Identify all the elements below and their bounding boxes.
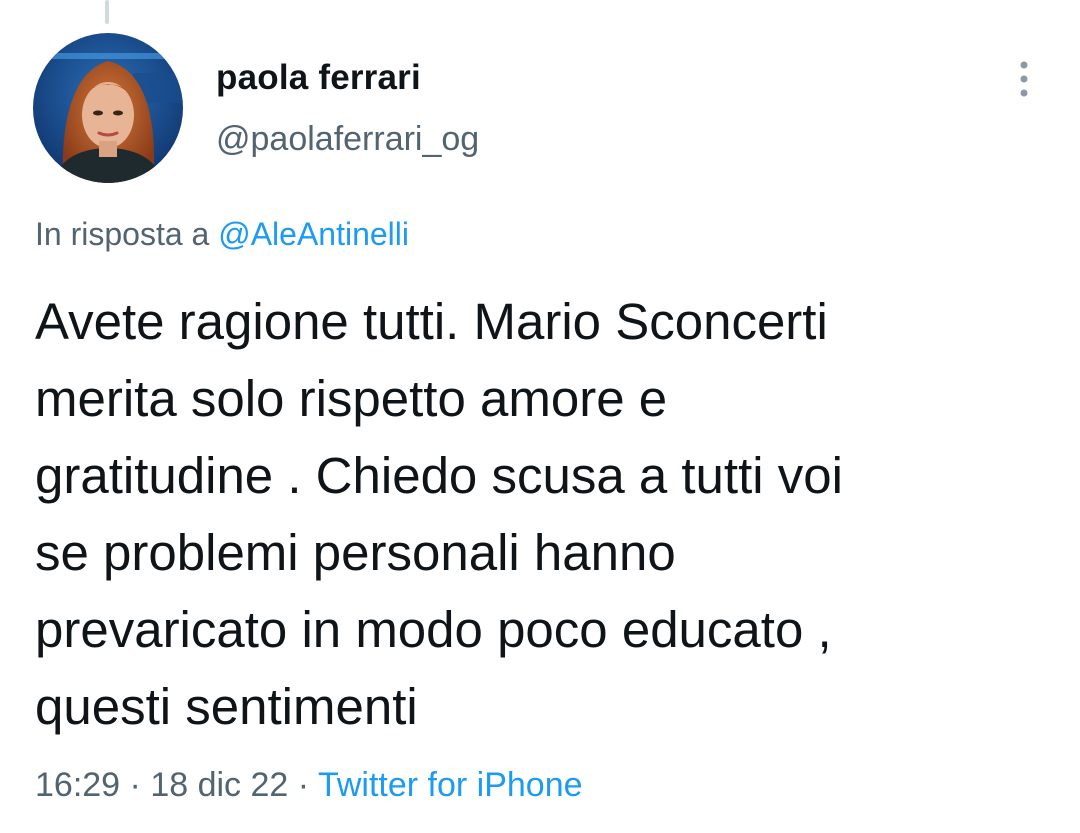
tweet-text-line: questi sentimenti [35, 678, 418, 735]
author-handle[interactable]: @paolaferrari_og [216, 120, 479, 159]
author-display-name[interactable]: paola ferrari [216, 58, 421, 98]
tweet-text-line: prevaricato in modo poco educato , [35, 601, 832, 658]
more-options-button[interactable] [1006, 56, 1042, 102]
tweet-date[interactable]: 18 dic 22 [150, 766, 288, 804]
reply-to-handle-link[interactable]: @AleAntinelli [218, 216, 409, 252]
meta-separator: · [129, 766, 141, 804]
tweet-text-line: merita solo rispetto amore e [35, 370, 668, 427]
tweet-source-link[interactable]: Twitter for iPhone [318, 766, 583, 804]
thread-connector-line [105, 0, 109, 24]
reply-context: In risposta a @AleAntinelli [35, 216, 409, 253]
avatar[interactable] [33, 33, 183, 183]
reply-prefix: In risposta a [35, 216, 210, 252]
meta-separator: · [297, 766, 310, 804]
more-vertical-icon [1020, 61, 1028, 97]
tweet-time[interactable]: 16:29 [35, 766, 120, 804]
tweet-text-line: Avete ragione tutti. Mario Sconcerti [35, 293, 828, 350]
tweet-text-line: se problemi personali hanno [35, 524, 676, 581]
tweet-text: Avete ragione tutti. Mario Sconcerti mer… [35, 283, 1045, 745]
avatar-image [33, 33, 183, 183]
tweet-text-line: gratitudine . Chiedo scusa a tutti voi [35, 447, 843, 504]
tweet-meta: 16:29 · 18 dic 22 · Twitter for iPhone [35, 766, 583, 805]
